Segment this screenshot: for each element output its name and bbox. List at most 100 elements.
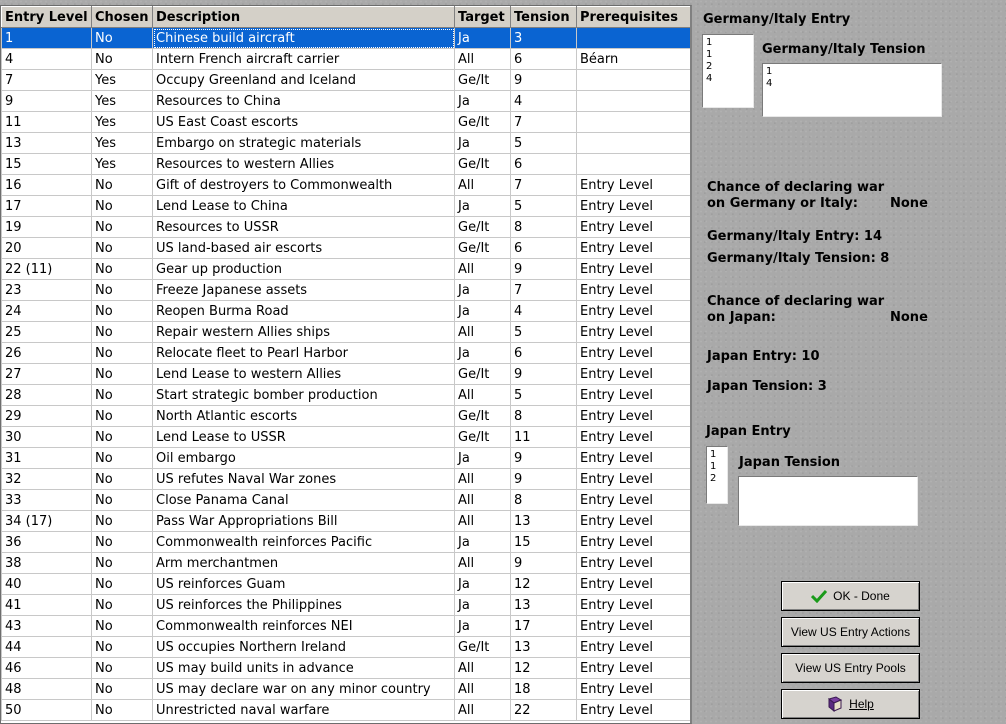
entry-level-cell: 46 (1, 657, 92, 679)
view-us-entry-pools-button[interactable]: View US Entry Pools (781, 653, 920, 683)
table-row[interactable]: 27 No Lend Lease to western Allies Ge/It 9 En… (1, 363, 690, 385)
prerequisites-cell: Entry Level (576, 258, 690, 280)
table-row[interactable]: 7 Yes Occupy Greenland and Iceland Ge/It 9 (1, 69, 690, 91)
chosen-cell: No (91, 321, 153, 343)
description-cell: US East Coast escorts (152, 111, 455, 133)
ja-entry-listbox[interactable]: 112 (706, 446, 728, 504)
table-row[interactable]: 15 Yes Resources to western Allies Ge/It 6 (1, 153, 690, 175)
description-cell: US occupies Northern Ireland (152, 636, 455, 658)
col-header-tension[interactable]: Tension (510, 6, 577, 28)
entry-actions-table[interactable]: Entry Level Chosen Description Target Te… (0, 5, 692, 724)
table-row[interactable]: 13 Yes Embargo on strategic materials Ja 5 (1, 132, 690, 154)
table-row[interactable]: 9 Yes Resources to China Ja 4 (1, 90, 690, 112)
table-row[interactable]: 25 No Repair western Allies ships All 5 Entry… (1, 321, 690, 343)
prerequisites-cell: Entry Level (576, 300, 690, 322)
table-row[interactable]: 16 No Gift of destroyers to Commonwealth Al… (1, 174, 690, 196)
col-header-chosen[interactable]: Chosen (91, 6, 153, 28)
list-item[interactable]: 1 (710, 449, 724, 461)
description-cell: Gift of destroyers to Commonwealth (152, 174, 455, 196)
table-row[interactable]: 36 No Commonwealth reinforces Pacific Ja 15 E… (1, 531, 690, 553)
table-row[interactable]: 26 No Relocate fleet to Pearl Harbor Ja 6 Ent… (1, 342, 690, 364)
col-header-description[interactable]: Description (152, 6, 455, 28)
col-header-prerequisites[interactable]: Prerequisites (576, 6, 690, 28)
table-row[interactable]: 28 No Start strategic bomber production All… (1, 384, 690, 406)
tension-cell: 6 (510, 342, 577, 364)
list-item[interactable]: 2 (710, 473, 724, 485)
tension-cell: 11 (510, 426, 577, 448)
target-cell: Ge/It (454, 216, 511, 238)
list-item[interactable]: 1 (766, 66, 938, 78)
list-item[interactable]: 1 (706, 37, 750, 49)
table-row[interactable]: 32 No US refutes Naval War zones All 9 Entry … (1, 468, 690, 490)
chosen-cell: No (91, 258, 153, 280)
prerequisites-cell: Entry Level (576, 468, 690, 490)
entry-level-cell: 38 (1, 552, 92, 574)
view-us-entry-actions-button[interactable]: View US Entry Actions (781, 617, 920, 647)
tension-cell: 7 (510, 174, 577, 196)
help-button[interactable]: Help (781, 689, 920, 719)
table-row[interactable]: 43 No Commonwealth reinforces NEI Ja 17 Entry… (1, 615, 690, 637)
table-row[interactable]: 24 No Reopen Burma Road Ja 4 Entry Level (1, 300, 690, 322)
table-row[interactable]: 38 No Arm merchantmen All 9 Entry Level (1, 552, 690, 574)
table-row[interactable]: 46 No US may build units in advance All 12 En… (1, 657, 690, 679)
entry-level-cell: 44 (1, 636, 92, 658)
description-cell: Commonwealth reinforces NEI (152, 615, 455, 637)
table-row[interactable]: 17 No Lend Lease to China Ja 5 Entry Level (1, 195, 690, 217)
entry-level-cell: 40 (1, 573, 92, 595)
list-item[interactable]: 2 (706, 61, 750, 73)
entry-level-cell: 20 (1, 237, 92, 259)
chosen-cell: No (91, 237, 153, 259)
ja-entry-title: Japan Entry (706, 424, 791, 439)
col-header-target[interactable]: Target (454, 6, 511, 28)
entry-level-cell: 15 (1, 153, 92, 175)
entry-level-cell: 19 (1, 216, 92, 238)
list-item[interactable]: 4 (706, 73, 750, 85)
list-item[interactable]: 1 (706, 49, 750, 61)
table-row[interactable]: 40 No US reinforces Guam Ja 12 Entry Level (1, 573, 690, 595)
entry-level-cell: 32 (1, 468, 92, 490)
prerequisites-cell: Entry Level (576, 384, 690, 406)
chosen-cell: No (91, 300, 153, 322)
ge-tension-listbox[interactable]: 14 (762, 63, 942, 117)
ok-done-button[interactable]: OK - Done (781, 581, 920, 611)
description-cell: Embargo on strategic materials (152, 132, 455, 154)
entry-level-cell: 22 (11) (1, 258, 92, 280)
table-row[interactable]: 4 No Intern French aircraft carrier All 6 Béa… (1, 48, 690, 70)
tension-cell: 6 (510, 48, 577, 70)
table-row[interactable]: 31 No Oil embargo Ja 9 Entry Level (1, 447, 690, 469)
ge-entry-total: Germany/Italy Entry: 14 (707, 229, 883, 244)
ja-tension-listbox[interactable] (738, 476, 918, 526)
table-row[interactable]: 22 (11) No Gear up production All 9 Entry Lev… (1, 258, 690, 280)
description-cell: Close Panama Canal (152, 489, 455, 511)
table-row[interactable]: 34 (17) No Pass War Appropriations Bill All… (1, 510, 690, 532)
table-row[interactable]: 48 No US may declare war on any minor coun… (1, 678, 690, 700)
table-row[interactable]: 44 No US occupies Northern Ireland Ge/It 13 E… (1, 636, 690, 658)
target-cell: Ja (454, 279, 511, 301)
table-row[interactable]: 23 No Freeze Japanese assets Ja 7 Entry Level (1, 279, 690, 301)
table-row[interactable]: 33 No Close Panama Canal All 8 Entry Level (1, 489, 690, 511)
table-row[interactable]: 1 No Chinese build aircraft Ja 3 (1, 27, 690, 49)
tension-cell: 7 (510, 279, 577, 301)
table-row[interactable]: 29 No North Atlantic escorts Ge/It 8 Entry Le… (1, 405, 690, 427)
description-cell: Lend Lease to China (152, 195, 455, 217)
table-row[interactable]: 50 No Unrestricted naval warfare All 22 Entry… (1, 699, 690, 721)
list-item[interactable]: 4 (766, 78, 938, 90)
col-header-entry-level[interactable]: Entry Level (1, 6, 92, 28)
chosen-cell: No (91, 552, 153, 574)
chosen-cell: No (91, 615, 153, 637)
prerequisites-cell (576, 27, 690, 49)
prerequisites-cell: Entry Level (576, 363, 690, 385)
chosen-cell: No (91, 279, 153, 301)
table-row[interactable]: 41 No US reinforces the Philippines Ja 13 Ent… (1, 594, 690, 616)
table-row[interactable]: 11 Yes US East Coast escorts Ge/It 7 (1, 111, 690, 133)
ge-entry-listbox[interactable]: 1124 (702, 34, 754, 108)
entry-level-cell: 34 (17) (1, 510, 92, 532)
table-row[interactable]: 20 No US land-based air escorts Ge/It 6 Entry… (1, 237, 690, 259)
table-row[interactable]: 19 No Resources to USSR Ge/It 8 Entry Level (1, 216, 690, 238)
list-item[interactable]: 1 (710, 461, 724, 473)
table-row[interactable]: 30 No Lend Lease to USSR Ge/It 11 Entry Level (1, 426, 690, 448)
ok-done-label: OK - Done (833, 589, 890, 603)
tension-cell: 13 (510, 510, 577, 532)
entry-level-cell: 30 (1, 426, 92, 448)
chosen-cell: No (91, 657, 153, 679)
